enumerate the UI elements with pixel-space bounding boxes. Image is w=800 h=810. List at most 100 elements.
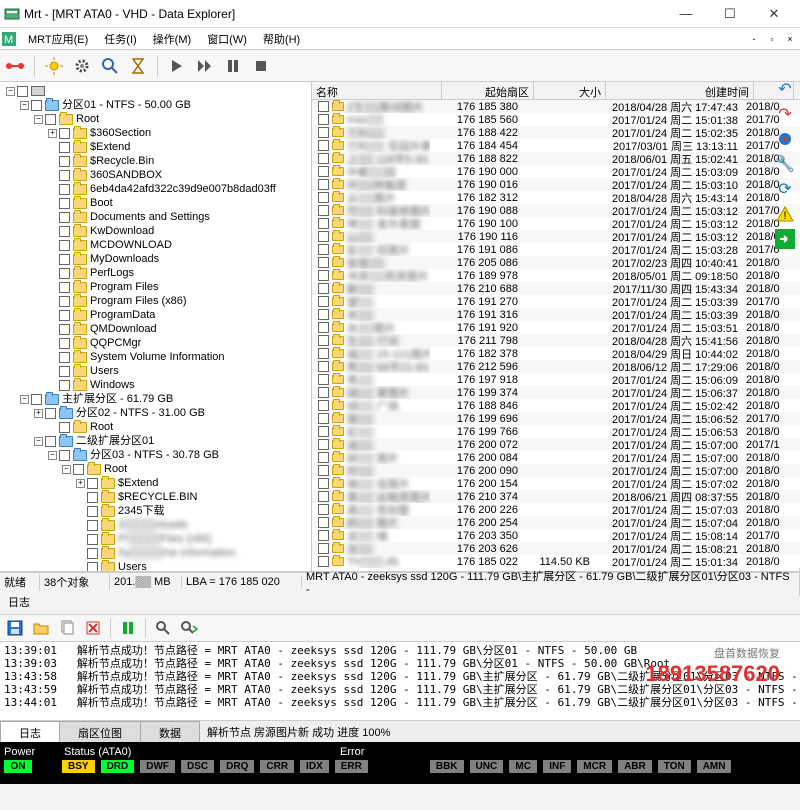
tree-node[interactable]: MCDOWNLOAD	[2, 238, 309, 252]
row-checkbox[interactable]	[318, 296, 329, 307]
row-checkbox[interactable]	[318, 426, 329, 437]
expand-toggle[interactable]: −	[34, 437, 43, 446]
wrench-icon[interactable]: 🔧	[774, 153, 796, 175]
tree-checkbox[interactable]	[59, 282, 70, 293]
row-checkbox[interactable]	[318, 374, 329, 385]
mdi-close[interactable]: ×	[782, 32, 798, 46]
expand-toggle[interactable]: +	[76, 479, 85, 488]
row-checkbox[interactable]	[318, 543, 329, 554]
tree-checkbox[interactable]	[73, 464, 84, 475]
stop-icon[interactable]	[250, 55, 272, 77]
pause-icon[interactable]	[222, 55, 244, 77]
list-row[interactable]: Th▒▒▒.db176 185 022114.50 KB2017/01/24 周…	[312, 555, 800, 568]
tree-checkbox[interactable]	[87, 478, 98, 489]
row-checkbox[interactable]	[318, 179, 329, 190]
gear-icon[interactable]	[71, 55, 93, 77]
expand-toggle[interactable]: −	[20, 395, 29, 404]
tree-node[interactable]: −分区01 - NTFS - 50.00 GB	[2, 98, 309, 112]
tree-checkbox[interactable]	[59, 352, 70, 363]
tree-node[interactable]: +$Extend	[2, 476, 309, 490]
row-checkbox[interactable]	[318, 205, 329, 216]
tree-checkbox[interactable]	[45, 436, 56, 447]
row-checkbox[interactable]	[318, 465, 329, 476]
undo-icon[interactable]: ↶	[774, 78, 796, 100]
row-checkbox[interactable]	[318, 231, 329, 242]
tree-checkbox[interactable]	[59, 268, 70, 279]
list-body[interactable]: 2生▒▒斯间图片176 185 3802018/04/28 周六 17:47:4…	[312, 100, 800, 571]
row-checkbox[interactable]	[318, 140, 329, 151]
tree-checkbox[interactable]	[59, 338, 70, 349]
row-checkbox[interactable]	[318, 322, 329, 333]
row-checkbox[interactable]	[318, 283, 329, 294]
tree-checkbox[interactable]	[59, 310, 70, 321]
tree-checkbox[interactable]	[59, 324, 70, 335]
tree-node[interactable]: $Extend	[2, 140, 309, 154]
mdi-restore[interactable]: ▫	[764, 32, 780, 46]
tree-node[interactable]: −主扩展分区 - 61.79 GB	[2, 392, 309, 406]
tree-checkbox[interactable]	[59, 170, 70, 181]
row-checkbox[interactable]	[318, 556, 329, 567]
col-ctime[interactable]: 创建时间	[606, 82, 754, 99]
row-checkbox[interactable]	[318, 478, 329, 489]
tree-checkbox[interactable]	[59, 142, 70, 153]
col-start-sector[interactable]: 起始扇区	[442, 82, 534, 99]
tree-node[interactable]: −	[2, 84, 309, 98]
col-size[interactable]: 大小	[534, 82, 606, 99]
tree-node[interactable]: QMDownload	[2, 322, 309, 336]
folder-tree[interactable]: −−分区01 - NTFS - 50.00 GB−Root+$360Sectio…	[0, 82, 312, 571]
tree-node[interactable]: Program Files (x86)	[2, 294, 309, 308]
tree-node[interactable]: −Root	[2, 112, 309, 126]
tree-checkbox[interactable]	[59, 184, 70, 195]
expand-toggle[interactable]: +	[48, 129, 57, 138]
tree-node[interactable]: Users	[2, 560, 309, 571]
fast-forward-icon[interactable]	[194, 55, 216, 77]
menu-window[interactable]: 窗口(W)	[199, 29, 255, 49]
tree-checkbox[interactable]	[87, 520, 98, 531]
tree-node[interactable]: −二级扩展分区01	[2, 434, 309, 448]
tab-log[interactable]: 日志	[0, 721, 60, 742]
expand-toggle[interactable]: −	[6, 87, 15, 96]
tree-checkbox[interactable]	[45, 408, 56, 419]
row-checkbox[interactable]	[318, 387, 329, 398]
tree-checkbox[interactable]	[59, 198, 70, 209]
expand-toggle[interactable]: −	[62, 465, 71, 474]
tree-checkbox[interactable]	[87, 506, 98, 517]
row-checkbox[interactable]	[318, 192, 329, 203]
row-checkbox[interactable]	[318, 101, 329, 112]
minimize-button[interactable]: ―	[664, 4, 708, 24]
menu-operation[interactable]: 操作(M)	[145, 29, 200, 49]
row-checkbox[interactable]	[318, 452, 329, 463]
hourglass-icon[interactable]	[127, 55, 149, 77]
expand-toggle[interactable]: −	[48, 451, 57, 460]
row-checkbox[interactable]	[318, 309, 329, 320]
pause-log-icon[interactable]	[117, 617, 139, 639]
menu-help[interactable]: 帮助(H)	[255, 29, 308, 49]
record-icon[interactable]	[774, 128, 796, 150]
close-button[interactable]: ✕	[752, 4, 796, 24]
tree-node[interactable]: QQPCMgr	[2, 336, 309, 350]
tree-checkbox[interactable]	[59, 366, 70, 377]
search-icon[interactable]	[99, 55, 121, 77]
row-checkbox[interactable]	[318, 361, 329, 372]
row-checkbox[interactable]	[318, 348, 329, 359]
menu-app[interactable]: MRT应用(E)	[20, 29, 96, 49]
tree-checkbox[interactable]	[59, 240, 70, 251]
clear-icon[interactable]	[82, 617, 104, 639]
row-checkbox[interactable]	[318, 517, 329, 528]
tree-node[interactable]: +$360Section	[2, 126, 309, 140]
row-checkbox[interactable]	[318, 400, 329, 411]
tree-node[interactable]: ProgramData	[2, 308, 309, 322]
tree-checkbox[interactable]	[87, 534, 98, 545]
tree-node[interactable]: 360SANDBOX	[2, 168, 309, 182]
expand-toggle[interactable]: −	[20, 101, 29, 110]
tree-checkbox[interactable]	[59, 254, 70, 265]
row-checkbox[interactable]	[318, 270, 329, 281]
tree-node[interactable]: Users	[2, 364, 309, 378]
tree-node[interactable]: Root	[2, 420, 309, 434]
forward-arrow-icon[interactable]	[774, 228, 796, 250]
log-output[interactable]: 13:39:01 解析节点成功！节点路径 = MRT ATA0 - zeeksy…	[0, 642, 800, 720]
refresh-icon[interactable]: ⟳	[774, 178, 796, 200]
row-checkbox[interactable]	[318, 491, 329, 502]
tree-checkbox[interactable]	[59, 380, 70, 391]
tree-node[interactable]: Boot	[2, 196, 309, 210]
